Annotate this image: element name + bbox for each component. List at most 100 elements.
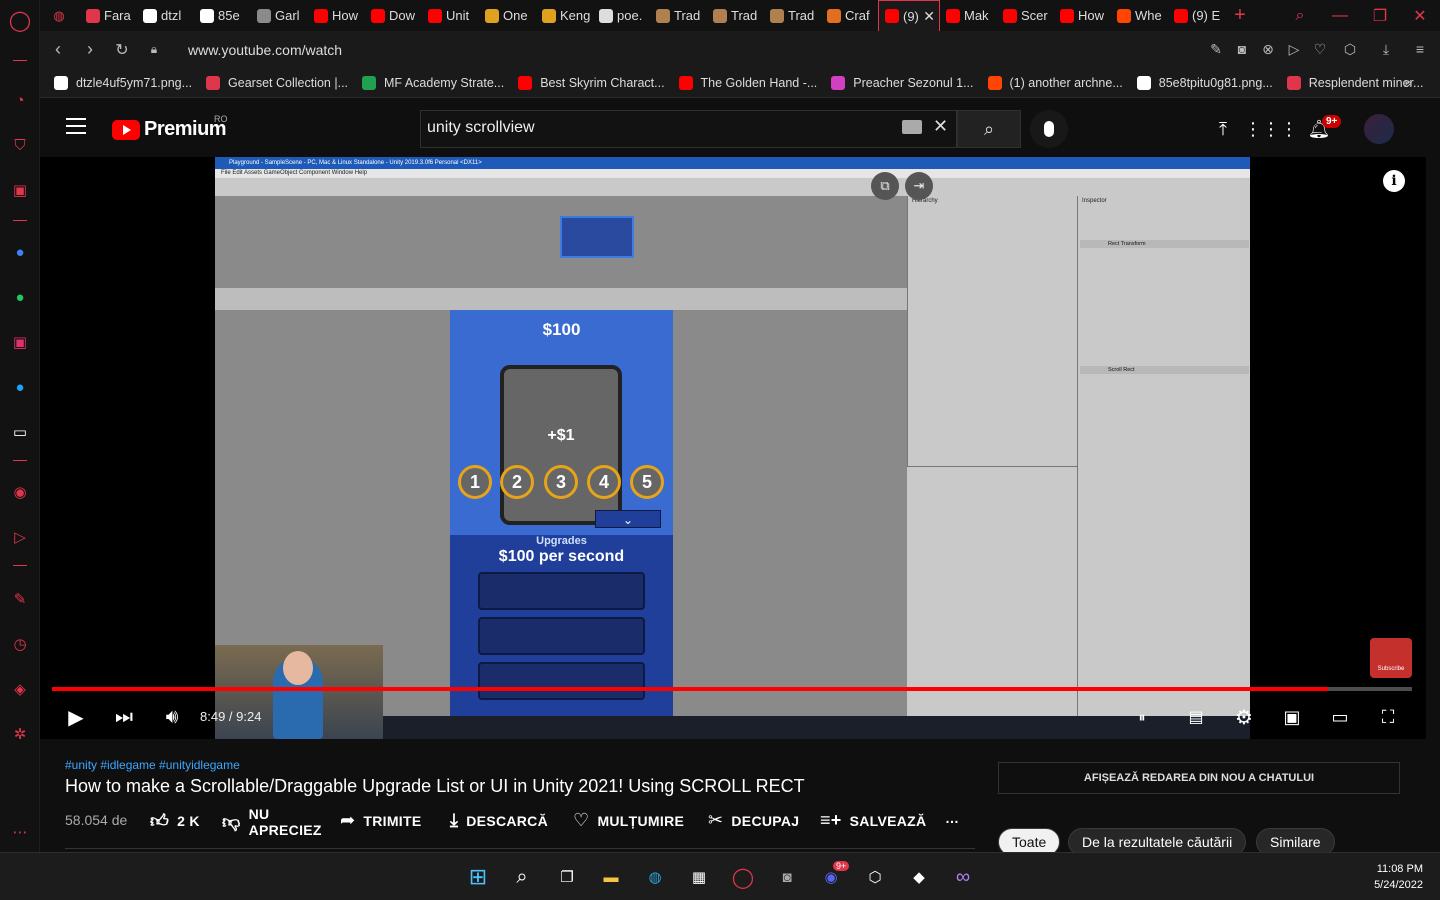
whatsapp-icon[interactable]: ● <box>8 285 32 309</box>
back-button[interactable]: ‹ <box>42 39 74 60</box>
easy-setup-icon[interactable]: ≡ <box>1410 39 1430 59</box>
tab-2[interactable]: 85e <box>194 0 251 31</box>
info-icon[interactable]: i <box>1383 170 1405 192</box>
upload-icon[interactable]: ⤒ <box>1210 116 1236 142</box>
bookmarks-overflow-icon[interactable]: » <box>1404 74 1412 90</box>
youtube-logo[interactable]: Premium RO <box>112 114 228 141</box>
tab-10[interactable]: Trad <box>650 0 707 31</box>
edge-icon[interactable]: ◍ <box>641 863 669 891</box>
instagram-icon[interactable]: ▣ <box>8 330 32 354</box>
tab-17[interactable]: How <box>1054 0 1111 31</box>
bookmark-item[interactable]: MF Academy Strate... <box>362 75 504 90</box>
bookmark-item[interactable]: Gearset Collection |... <box>206 75 348 90</box>
thanks-button[interactable]: ♡ MULȚUMIRE <box>573 810 684 831</box>
settings-icon[interactable]: ✲ <box>8 722 32 746</box>
twitter-icon[interactable]: ● <box>8 375 32 399</box>
download-button[interactable]: ⤓ DESCARCĂ <box>450 810 548 831</box>
bookmark-item[interactable]: 85e8tpitu0g81.png... <box>1136 75 1273 90</box>
windows-start-icon[interactable]: ⊞ <box>464 863 492 891</box>
exit-icon[interactable]: ⇥ <box>905 172 933 200</box>
video-player[interactable]: Playground - SampleScene - PC, Mac & Lin… <box>40 157 1426 739</box>
bookmark-item[interactable]: dtzle4uf5ym71.png... <box>54 75 192 90</box>
edit-icon[interactable]: ✎ <box>8 587 32 611</box>
close-window-button[interactable]: ✕ <box>1400 0 1440 31</box>
extensions-icon[interactable]: ⬡ <box>1340 39 1360 59</box>
reload-button[interactable]: ↻ <box>106 40 138 60</box>
dislike-button[interactable]: 👎︎ NU APRECIEZ <box>222 806 322 838</box>
search-input[interactable]: unity scrollview ✕ <box>420 110 957 148</box>
new-tab-button[interactable]: + <box>1225 4 1255 27</box>
camera-icon[interactable]: ◙ <box>773 863 801 891</box>
shopping-bag-icon[interactable]: ⛉ <box>8 133 32 157</box>
bookmark-item[interactable]: Resplendent miner... <box>1286 75 1423 90</box>
avatar[interactable] <box>1364 114 1394 144</box>
hashtags[interactable]: #unity #idlegame #unityidlegame <box>65 758 240 772</box>
cube-icon[interactable]: ◈ <box>8 677 32 701</box>
like-button[interactable]: 👍︎ 2 K <box>150 810 200 832</box>
next-icon[interactable]: ⏭︎ <box>110 703 138 731</box>
snapshot-icon[interactable]: ◙ <box>1232 39 1252 59</box>
tab-18[interactable]: Whe <box>1111 0 1168 31</box>
more-icon[interactable]: ⋯ <box>8 820 32 844</box>
opera-logo-icon[interactable]: ◯ <box>8 8 32 32</box>
speed-dial-icon[interactable]: ◔ <box>8 88 32 112</box>
clock[interactable]: 11:08 PM 5/24/2022 <box>1360 861 1423 893</box>
settings-gear-icon[interactable]: ⚙ <box>1230 703 1258 731</box>
menu-icon[interactable] <box>66 118 86 134</box>
tab-12[interactable]: Trad <box>764 0 821 31</box>
tab-15[interactable]: Mak <box>940 0 997 31</box>
forward-button[interactable]: › <box>74 39 106 60</box>
search-button[interactable]: ⌕ <box>957 110 1021 148</box>
search-tabs-icon[interactable]: ⌕ <box>1280 0 1320 31</box>
tab-13[interactable]: Craf <box>821 0 878 31</box>
url-field[interactable]: www.youtube.com/watch <box>188 42 342 58</box>
tab-8[interactable]: Keng <box>536 0 593 31</box>
edit-page-icon[interactable]: ✎ <box>1206 39 1226 59</box>
opera-icon[interactable]: ◯ <box>729 863 757 891</box>
maximize-button[interactable]: ❐ <box>1360 0 1400 31</box>
chat-replay-button[interactable]: AFIȘEAZĂ REDAREA DIN NOU A CHATULUI <box>998 762 1400 794</box>
store-icon[interactable]: ▦ <box>685 863 713 891</box>
tab-0[interactable]: Fara <box>80 0 137 31</box>
tab-3[interactable]: Garl <box>251 0 308 31</box>
voice-search-button[interactable] <box>1030 110 1068 148</box>
miniplayer-icon[interactable]: ▣ <box>1278 703 1306 731</box>
bookmark-item[interactable]: The Golden Hand -... <box>678 75 817 90</box>
keyboard-icon[interactable] <box>902 120 922 134</box>
twitch-icon[interactable]: ▣ <box>8 178 32 202</box>
task-view-icon[interactable]: ❐ <box>553 863 581 891</box>
autoplay-toggle[interactable]: ⏸︎ <box>1128 703 1156 731</box>
tab-9[interactable]: poe. <box>593 0 650 31</box>
clear-search-icon[interactable]: ✕ <box>933 116 948 137</box>
send-page-icon[interactable]: ▷ <box>1284 39 1304 59</box>
minimize-button[interactable]: — <box>1320 0 1360 31</box>
tab-7[interactable]: One <box>479 0 536 31</box>
messenger-icon[interactable]: ● <box>8 240 32 264</box>
tab-19[interactable]: (9) E <box>1168 0 1225 31</box>
bookmark-heart-icon[interactable]: ♡ <box>1310 39 1330 59</box>
download-icon[interactable]: ⤓ <box>1376 39 1396 59</box>
subscribe-watermark[interactable]: Subscribe <box>1370 638 1412 678</box>
tab-16[interactable]: Scer <box>997 0 1054 31</box>
save-button[interactable]: ≡+ SALVEAZĂ <box>820 810 926 831</box>
bookmark-item[interactable]: Best Skyrim Charact... <box>518 75 665 90</box>
volume-icon[interactable]: 🔊︎ <box>158 703 186 731</box>
visual-studio-icon[interactable]: ∞ <box>949 863 977 891</box>
fullscreen-icon[interactable]: ⛶ <box>1374 703 1402 731</box>
file-explorer-icon[interactable]: ▬ <box>597 863 625 891</box>
discord-icon[interactable]: ▭ <box>8 420 32 444</box>
theater-mode-icon[interactable]: ▭ <box>1326 703 1354 731</box>
tab-4[interactable]: How <box>308 0 365 31</box>
unity-hub-icon[interactable]: ⬡ <box>861 863 889 891</box>
tab-workspace[interactable]: ◍ <box>40 0 80 31</box>
adblock-icon[interactable]: ⊗ <box>1258 39 1278 59</box>
tab-11[interactable]: Trad <box>707 0 764 31</box>
play-icon[interactable]: ▶ <box>62 703 90 731</box>
bookmark-item[interactable]: (1) another archne... <box>987 75 1123 90</box>
unity-icon[interactable]: ◆ <box>905 863 933 891</box>
tab-14[interactable]: (9) ✕ <box>878 0 940 31</box>
player-icon[interactable]: ◉ <box>8 480 32 504</box>
progress-bar[interactable] <box>52 687 1412 691</box>
clip-button[interactable]: ✂ DECUPAJ <box>708 810 799 831</box>
history-icon[interactable]: ◷ <box>8 632 32 656</box>
